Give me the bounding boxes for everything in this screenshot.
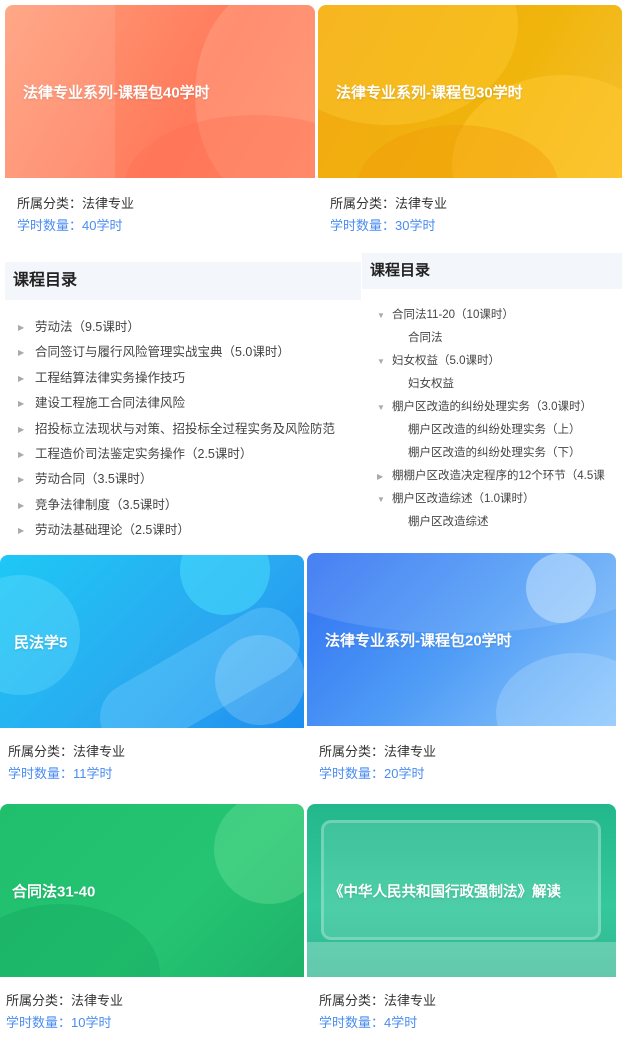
course-title[interactable]: 《中华人民共和国行政强制法》解读	[329, 880, 608, 901]
catalog-item-label: 工程结算法律实务操作技巧	[35, 370, 186, 385]
course-title[interactable]: 法律专业系列-课程包20学时	[325, 629, 608, 650]
catalog-item-label: 棚户区改造综述（1.0课时）	[392, 493, 535, 505]
caret-right-icon[interactable]: ▶	[18, 315, 24, 340]
catalog-item-label: 招投标立法现状与对策、招投标全过程实务及风险防范	[35, 421, 336, 436]
course-card-5[interactable]: 合同法31-40 所属分类：法律专业 学时数量：10学时	[0, 804, 304, 1041]
caret-right-icon[interactable]: ▶	[18, 340, 24, 365]
catalog-item[interactable]: ▶ 棚棚户区改造决定程序的12个环节（4.5课	[362, 465, 622, 488]
course-banner[interactable]: 合同法31-40	[0, 804, 304, 977]
catalog-item-label: 工程造价司法鉴定实务操作（2.5课时）	[35, 446, 253, 461]
course-category: 所属分类：法律专业	[330, 196, 448, 211]
course-title[interactable]: 法律专业系列-课程包30学时	[336, 81, 614, 102]
catalog-item[interactable]: ▶ 竞争法律制度（3.5课时）	[5, 493, 361, 518]
catalog-item[interactable]: ▶ 建设工程施工合同法律风险	[5, 391, 361, 416]
catalog-subitem[interactable]: 合同法	[362, 327, 622, 350]
catalog-item-label: 劳动合同（3.5课时）	[35, 472, 153, 487]
course-title[interactable]: 民法学5	[14, 631, 296, 652]
catalog-heading: 课程目录	[362, 253, 622, 289]
catalog-item-label: 合同法	[408, 332, 443, 344]
catalog-item-label: 棚户区改造的纠纷处理实务（3.0课时）	[392, 401, 592, 413]
course-hours: 学时数量：11学时	[8, 766, 113, 781]
caret-right-icon[interactable]: ▶	[377, 465, 383, 488]
caret-right-icon[interactable]: ▶	[18, 442, 24, 467]
catalog-subitem[interactable]: 棚户区改造的纠纷处理实务（下）	[362, 442, 622, 465]
caret-down-icon[interactable]: ▼	[377, 350, 385, 373]
caret-right-icon[interactable]: ▶	[18, 366, 24, 391]
catalog-item-label: 竞争法律制度（3.5课时）	[35, 497, 178, 512]
catalog-item-label: 劳动法基础理论（2.5课时）	[35, 523, 190, 538]
catalog-item[interactable]: ▶ 招投标立法现状与对策、招投标全过程实务及风险防范	[5, 417, 361, 442]
caret-right-icon[interactable]: ▶	[18, 391, 24, 416]
catalog-item[interactable]: ▶ 劳动法（9.5课时）	[5, 315, 361, 340]
course-banner[interactable]: 《中华人民共和国行政强制法》解读	[307, 804, 616, 977]
catalog-item-label: 合同法11-20（10课时）	[392, 309, 514, 321]
course-hours: 学时数量：40学时	[17, 218, 123, 233]
catalog-item-label: 建设工程施工合同法律风险	[35, 396, 186, 411]
catalog-item[interactable]: ▼ 棚户区改造的纠纷处理实务（3.0课时）	[362, 396, 622, 419]
catalog-item-label: 合同签订与履行风险管理实战宝典（5.0课时）	[35, 345, 290, 360]
course-title[interactable]: 法律专业系列-课程包40学时	[23, 81, 307, 102]
caret-down-icon[interactable]: ▼	[377, 396, 385, 419]
catalog-item-label: 棚户区改造综述	[408, 516, 489, 528]
caret-down-icon[interactable]: ▼	[377, 488, 385, 511]
course-banner[interactable]: 法律专业系列-课程包20学时	[307, 553, 616, 726]
course-card-2[interactable]: 法律专业系列-课程包30学时 所属分类：法律专业 学时数量：30学时	[318, 5, 622, 243]
caret-down-icon[interactable]: ▼	[377, 304, 385, 327]
course-banner[interactable]: 法律专业系列-课程包40学时	[5, 5, 315, 178]
catalog-item-label: 妇女权益（5.0课时）	[392, 355, 500, 367]
catalog-subitem[interactable]: 妇女权益	[362, 373, 622, 396]
course-hours: 学时数量：4学时	[319, 1015, 418, 1030]
course-card-3[interactable]: 民法学5 所属分类：法律专业 学时数量：11学时	[0, 555, 304, 791]
caret-right-icon[interactable]: ▶	[18, 467, 24, 492]
catalog-heading: 课程目录	[5, 262, 361, 300]
course-category: 所属分类：法律专业	[319, 744, 437, 759]
course-banner[interactable]: 法律专业系列-课程包30学时	[318, 5, 622, 178]
catalog-item-label: 劳动法（9.5课时）	[35, 320, 140, 334]
catalog-item-label: 棚户区改造的纠纷处理实务（下）	[408, 447, 581, 459]
course-category: 所属分类：法律专业	[6, 993, 124, 1008]
course-category: 所属分类：法律专业	[319, 993, 437, 1008]
catalog-subitem[interactable]: 棚户区改造综述	[362, 511, 622, 534]
catalog-item[interactable]: ▶ 劳动合同（3.5课时）	[5, 467, 361, 492]
caret-right-icon[interactable]: ▶	[18, 518, 24, 543]
course-card-4[interactable]: 法律专业系列-课程包20学时 所属分类：法律专业 学时数量：20学时	[307, 553, 616, 791]
course-title[interactable]: 合同法31-40	[12, 880, 296, 901]
course-category: 所属分类：法律专业	[17, 196, 135, 211]
catalog-item[interactable]: ▼ 棚户区改造综述（1.0课时）	[362, 488, 622, 511]
course-category: 所属分类：法律专业	[8, 744, 126, 759]
course-catalog-left: 课程目录 ▶ 劳动法（9.5课时） ▶ 合同签订与履行风险管理实战宝典（5.0课时） ▶…	[5, 262, 361, 547]
catalog-subitem[interactable]: 棚户区改造的纠纷处理实务（上）	[362, 419, 622, 442]
catalog-item-label: 妇女权益	[408, 378, 454, 390]
course-hours: 学时数量：10学时	[6, 1015, 112, 1030]
catalog-item[interactable]: ▶ 劳动法基础理论（2.5课时）	[5, 518, 361, 543]
course-card-1[interactable]: 法律专业系列-课程包40学时 所属分类：法律专业 学时数量：40学时	[5, 5, 315, 243]
catalog-item-label: 棚户区改造的纠纷处理实务（上）	[408, 424, 581, 436]
catalog-item-label: 棚棚户区改造决定程序的12个环节（4.5课	[392, 470, 605, 482]
caret-right-icon[interactable]: ▶	[18, 493, 24, 518]
course-hours: 学时数量：20学时	[319, 766, 425, 781]
catalog-item[interactable]: ▶ 工程造价司法鉴定实务操作（2.5课时）	[5, 442, 361, 467]
course-hours: 学时数量：30学时	[330, 218, 436, 233]
catalog-item[interactable]: ▼ 妇女权益（5.0课时）	[362, 350, 622, 373]
caret-right-icon[interactable]: ▶	[18, 417, 24, 442]
course-catalog-right: 课程目录 ▼ 合同法11-20（10课时） 合同法 ▼ 妇女权益（5.0课时） 妇女权益 ▼…	[362, 253, 622, 543]
catalog-item[interactable]: ▶ 工程结算法律实务操作技巧	[5, 366, 361, 391]
catalog-item[interactable]: ▶ 合同签订与履行风险管理实战宝典（5.0课时）	[5, 340, 361, 365]
course-card-6[interactable]: 《中华人民共和国行政强制法》解读 所属分类：法律专业 学时数量：4学时	[307, 804, 616, 1041]
course-banner[interactable]: 民法学5	[0, 555, 304, 728]
catalog-item[interactable]: ▼ 合同法11-20（10课时）	[362, 304, 622, 327]
